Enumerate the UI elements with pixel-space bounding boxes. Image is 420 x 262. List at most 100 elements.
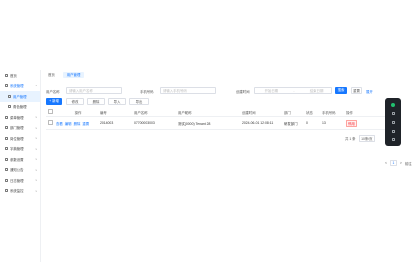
log-icon bbox=[5, 178, 8, 182]
chevron-down-icon: v bbox=[35, 146, 38, 151]
sidebar-item-label: 首页 bbox=[10, 73, 17, 78]
sidebar-item-role[interactable]: 角色管理 bbox=[0, 102, 40, 113]
date-range-input[interactable]: 开始日期 - 结束日期 bbox=[254, 87, 332, 94]
delete-button[interactable]: 删除 bbox=[87, 98, 105, 105]
chevron-down-icon: v bbox=[35, 125, 38, 130]
sidebar-item-menu[interactable]: 菜单管理 v bbox=[0, 112, 40, 123]
user-icon bbox=[8, 94, 11, 98]
cell-nickname: 测试(0000) Tenant 28 bbox=[178, 121, 211, 126]
cell-username: 07700003003 bbox=[134, 121, 155, 125]
edit-link[interactable]: 编辑 bbox=[65, 121, 72, 126]
chevron-down-icon: v bbox=[35, 115, 38, 120]
page-size-select[interactable]: 10条/页 bbox=[358, 135, 376, 142]
sidebar-item-dept[interactable]: 部门管理 v bbox=[0, 123, 40, 134]
dept-icon bbox=[5, 126, 8, 130]
pagination: 共 1 条 10条/页 bbox=[345, 135, 376, 142]
sidebar-item-label: 用户管理 bbox=[13, 94, 27, 99]
sidebar-item-label: 参数设置 bbox=[10, 157, 24, 162]
date-label: 创建时间 bbox=[236, 89, 250, 94]
sidebar-item-notice[interactable]: 通知公告 v bbox=[0, 165, 40, 176]
column-header: 操作 bbox=[74, 110, 82, 115]
sidebar-item-post[interactable]: 岗位管理 v bbox=[0, 133, 40, 144]
total-count: 共 1 条 bbox=[345, 137, 356, 141]
column-header: 手机号码 bbox=[322, 110, 336, 115]
sidebar-item-label: 通知公告 bbox=[10, 168, 24, 173]
cell-id: 2014003 bbox=[100, 121, 114, 125]
import-button[interactable]: 导入 bbox=[108, 98, 126, 105]
reset-link[interactable]: 重置 bbox=[82, 121, 89, 126]
table-header: 操作 编号 用户名称 用户昵称 创建时间 部门 状态 手机号码 操作 bbox=[46, 108, 386, 117]
tab-home[interactable]: 首页 bbox=[44, 72, 59, 78]
floating-toolbar bbox=[385, 98, 401, 146]
delete-link[interactable]: 删除 bbox=[74, 121, 81, 126]
close-icon[interactable] bbox=[391, 138, 395, 142]
edit-button[interactable]: 修改 bbox=[66, 98, 84, 105]
notice-icon bbox=[5, 168, 8, 172]
column-header: 用户昵称 bbox=[178, 110, 192, 115]
tab-user-management[interactable]: 用户管理 bbox=[62, 72, 85, 78]
sidebar-item-label: 日志管理 bbox=[10, 178, 24, 183]
config-icon bbox=[5, 157, 8, 161]
role-icon bbox=[8, 105, 11, 109]
column-header: 部门 bbox=[284, 110, 291, 115]
system-icon bbox=[5, 84, 8, 88]
status-dot-icon bbox=[391, 102, 395, 107]
search-form: 用户名称 请输入用户名称 手机号码 请输入手机号码 创建时间 开始日期 - 结束… bbox=[46, 87, 406, 95]
sidebar-item-system[interactable]: 系统管理 ^ bbox=[0, 81, 40, 92]
sidebar-item-user[interactable]: 用户管理 bbox=[0, 91, 40, 102]
refresh-icon[interactable] bbox=[391, 120, 395, 124]
cell-status: 0 bbox=[306, 121, 308, 125]
cell-created: 2024-06-01 12:08:11 bbox=[242, 121, 274, 125]
menu-icon bbox=[5, 115, 8, 119]
prev-page-icon[interactable]: < bbox=[385, 161, 387, 165]
sidebar-item-log[interactable]: 日志管理 v bbox=[0, 175, 40, 186]
user-table: 操作 编号 用户名称 用户昵称 创建时间 部门 状态 手机号码 操作 查看 编辑… bbox=[46, 108, 386, 130]
sidebar-item-label: 菜单管理 bbox=[10, 115, 24, 120]
dict-icon bbox=[5, 147, 8, 151]
search-button[interactable]: 搜索 bbox=[335, 87, 347, 94]
add-button[interactable]: + 新增 bbox=[46, 98, 62, 105]
phone-input[interactable]: 请输入手机号码 bbox=[160, 87, 216, 94]
toolbar: + 新增 修改 删除 导入 导出 bbox=[46, 98, 166, 105]
view-link[interactable]: 查看 bbox=[56, 121, 63, 126]
status-badge[interactable]: 停用 bbox=[346, 119, 357, 127]
phone-label: 手机号码 bbox=[140, 89, 154, 94]
pagination-nav: < 1 > 前往 bbox=[385, 160, 412, 166]
fullscreen-icon[interactable] bbox=[391, 129, 395, 133]
sidebar-item-label: 字典管理 bbox=[10, 147, 24, 152]
sidebar-item-label: 系统监控 bbox=[10, 189, 24, 194]
sidebar: 首页 系统管理 ^ 用户管理 角色管理 菜单管理 v 部门管理 v 岗位管理 v 字典管… bbox=[0, 70, 41, 262]
tab-bar: 首页 用户管理 bbox=[44, 72, 85, 78]
export-button[interactable]: 导出 bbox=[129, 98, 149, 105]
expand-link[interactable]: 展开 bbox=[366, 89, 373, 94]
chevron-down-icon: v bbox=[35, 178, 38, 183]
sidebar-item-config[interactable]: 参数设置 v bbox=[0, 154, 40, 165]
date-start: 开始日期 bbox=[264, 89, 279, 93]
username-input[interactable]: 请输入用户名称 bbox=[66, 87, 122, 94]
column-header: 编号 bbox=[100, 110, 107, 115]
chevron-down-icon: v bbox=[35, 136, 38, 141]
row-actions: 查看 编辑 删除 重置 bbox=[56, 121, 100, 126]
row-checkbox[interactable] bbox=[46, 120, 56, 126]
sidebar-item-dict[interactable]: 字典管理 v bbox=[0, 144, 40, 155]
home-icon bbox=[5, 73, 8, 77]
chevron-up-icon: ^ bbox=[35, 83, 37, 88]
settings-icon[interactable] bbox=[391, 112, 395, 116]
reset-button[interactable]: 重置 bbox=[351, 87, 362, 94]
cell-dept: 研发部门 bbox=[284, 121, 298, 126]
goto-label[interactable]: 前往 bbox=[405, 161, 412, 166]
sidebar-item-monitor[interactable]: 系统监控 v bbox=[0, 186, 40, 197]
sidebar-item-home[interactable]: 首页 bbox=[0, 70, 40, 81]
chevron-down-icon: v bbox=[35, 167, 38, 172]
select-all-checkbox[interactable] bbox=[46, 109, 56, 115]
column-header: 用户名称 bbox=[134, 110, 148, 115]
cell-op[interactable]: 停用 bbox=[346, 119, 366, 127]
sidebar-item-label: 角色管理 bbox=[13, 105, 27, 110]
chevron-down-icon: v bbox=[35, 188, 38, 193]
column-header: 操作 bbox=[346, 110, 353, 115]
sidebar-item-label: 系统管理 bbox=[10, 84, 24, 89]
next-page-icon[interactable]: > bbox=[400, 161, 402, 165]
table-row[interactable]: 查看 编辑 删除 重置 2014003 07700003003 测试(0000)… bbox=[46, 117, 386, 130]
page-number[interactable]: 1 bbox=[389, 160, 397, 166]
monitor-icon bbox=[5, 189, 8, 193]
